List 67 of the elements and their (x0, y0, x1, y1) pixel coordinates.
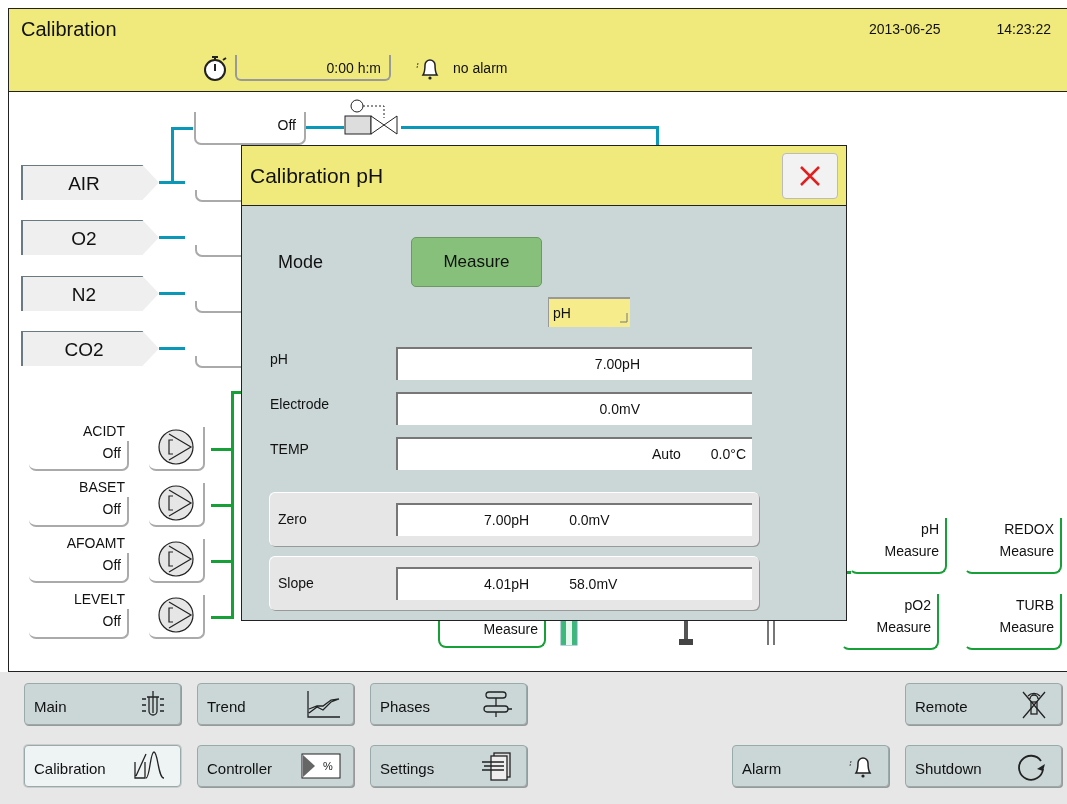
field-value: 4.01pH (484, 575, 530, 594)
nav-button[interactable]: Alarm (732, 745, 889, 787)
pump-state-field: Off (29, 553, 129, 583)
calibration-step-button[interactable]: Zero 7.00pH 0.0mV (269, 492, 759, 546)
nav-button[interactable]: Main (24, 683, 181, 725)
gas-button[interactable]: AIR (21, 165, 159, 200)
percent-box-icon: % (301, 753, 341, 779)
pump-name: AFOAMT (65, 534, 125, 553)
nav-button[interactable]: Phases (370, 683, 527, 725)
field-value: 0.0mV (599, 400, 640, 419)
pump-name: BASET (78, 478, 125, 497)
close-button[interactable] (782, 152, 838, 199)
sensor-name: pH (920, 520, 939, 539)
pump-icon (157, 596, 195, 634)
nav-button[interactable]: Controller % (197, 745, 354, 787)
gas-button[interactable]: O2 (21, 220, 159, 255)
electrode-icon (559, 621, 579, 647)
nav-button[interactable]: Settings (370, 745, 527, 787)
dialog-title: Calibration pH (250, 162, 385, 189)
time-text: 14:23:22 (996, 19, 1051, 39)
date-text: 2013-06-25 (868, 19, 941, 39)
sensor-state: Measure (998, 618, 1054, 637)
calibration-step-button[interactable]: Slope 4.01pH 58.0mV (269, 556, 759, 610)
field-value: Auto (652, 445, 681, 464)
documents-icon (480, 750, 514, 782)
dropdown-corner-icon (620, 313, 628, 323)
timer-field: 0:00 h:m (235, 55, 391, 81)
sensor-state: Measure (875, 618, 931, 637)
gas-button[interactable]: N2 (21, 276, 159, 311)
field-value: 7.00pH (484, 511, 530, 530)
screen-title: Calibration (21, 17, 117, 42)
mode-button[interactable]: Measure (411, 237, 542, 287)
field-label: pH (270, 350, 289, 369)
nav-button[interactable]: Trend (197, 683, 354, 725)
valve-icon (344, 98, 400, 136)
sensor-state: Measure (883, 542, 939, 561)
close-icon (798, 163, 822, 188)
sensor-name: pO2 (903, 596, 931, 615)
rod-icon (765, 621, 777, 647)
chart-icon (305, 689, 341, 719)
flow-icon (480, 689, 514, 719)
pump-state-field: Off (29, 441, 129, 471)
probe-icon (676, 621, 696, 647)
nav-button[interactable]: Remote (905, 683, 1062, 725)
pump-icon (157, 428, 195, 466)
gas-button[interactable]: CO2 (21, 331, 159, 366)
field-value: 7.00pH (594, 355, 640, 374)
sensor-name: TURB (1014, 596, 1054, 615)
pump-icon (157, 484, 195, 522)
field-value: 58.0mV (569, 575, 618, 594)
sensor-name: REDOX (1003, 520, 1054, 539)
field-value: 0.0°C (710, 445, 746, 464)
field-label: Electrode (270, 395, 331, 414)
pump-name: LEVELT (72, 590, 125, 609)
pump-name: ACIDT (82, 422, 125, 441)
unit-dropdown[interactable]: pH (548, 297, 630, 327)
pump-state-field: Off (29, 609, 129, 639)
mode-label: Mode (278, 250, 325, 274)
alarm-status: no alarm (453, 58, 508, 78)
sensor-state: Measure (998, 542, 1054, 561)
pump-state-field: Off (29, 497, 129, 527)
nav-button[interactable]: Shutdown (905, 745, 1062, 787)
pump-icon (157, 540, 195, 578)
field-label: TEMP (270, 440, 310, 459)
stopwatch-icon (203, 54, 229, 82)
nav-button[interactable]: Calibration (24, 745, 181, 787)
field-value: 0.0mV (569, 511, 610, 530)
